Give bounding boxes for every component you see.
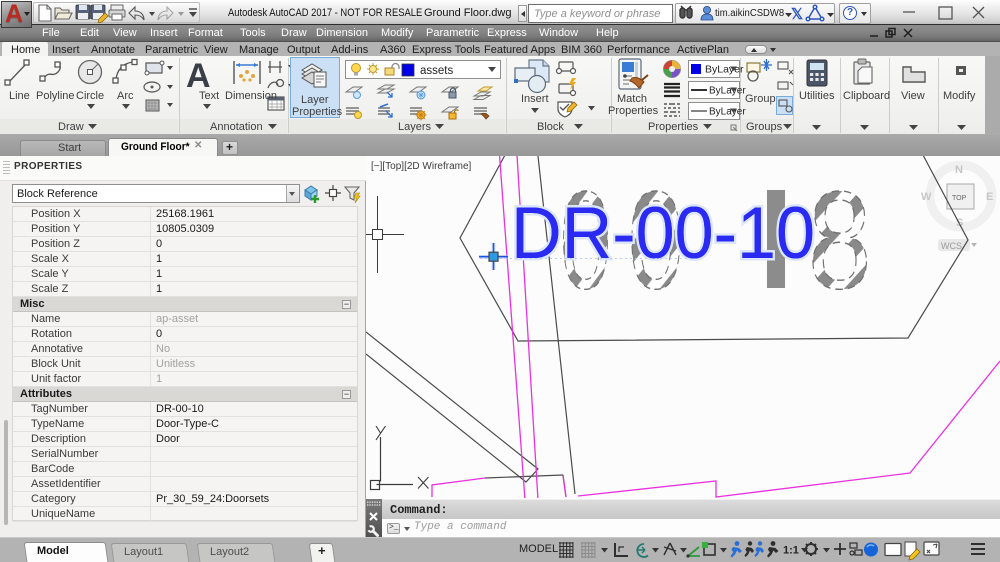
- svg-text:WCS: WCS: [941, 241, 962, 251]
- svg-text:Modify: Modify: [943, 90, 976, 102]
- svg-text:assets: assets: [420, 65, 453, 77]
- svg-text:ByLayer: ByLayer: [709, 86, 746, 97]
- svg-text:Dimension: Dimension: [225, 90, 277, 102]
- svg-text:Clipboard: Clipboard: [843, 90, 890, 102]
- svg-text:Block: Block: [537, 121, 564, 133]
- svg-text:N: N: [955, 164, 963, 176]
- svg-text:E: E: [986, 191, 993, 203]
- svg-text:Line: Line: [9, 90, 30, 102]
- svg-text:TOP: TOP: [952, 195, 967, 202]
- svg-text:Layers: Layers: [398, 121, 432, 133]
- svg-text:8: 8: [808, 162, 871, 317]
- svg-text:Draw: Draw: [58, 121, 84, 133]
- svg-text:Properties: Properties: [608, 105, 659, 117]
- svg-text:ByLayer: ByLayer: [705, 64, 744, 76]
- svg-text:Annotation: Annotation: [210, 121, 263, 133]
- svg-text:Polyline: Polyline: [36, 90, 75, 102]
- svg-text:Insert: Insert: [521, 93, 549, 105]
- svg-text:W: W: [921, 191, 932, 203]
- svg-text:DR-00-10: DR-00-10: [511, 193, 815, 274]
- svg-text:Group: Group: [745, 93, 776, 105]
- svg-text:1:1: 1:1: [783, 545, 799, 557]
- svg-text:Layer: Layer: [301, 94, 329, 106]
- svg-text:View: View: [901, 90, 925, 102]
- svg-text:Circle: Circle: [76, 90, 104, 102]
- svg-text:Text: Text: [199, 90, 219, 102]
- svg-text:Utilities: Utilities: [799, 90, 835, 102]
- svg-text:ByLayer: ByLayer: [709, 107, 746, 118]
- svg-text:Properties: Properties: [292, 106, 343, 118]
- svg-text:𝕏: 𝕏: [791, 7, 803, 23]
- svg-text:Groups: Groups: [746, 121, 783, 133]
- svg-text:Properties: Properties: [648, 121, 699, 133]
- svg-text:[−][Top][2D Wireframe]: [−][Top][2D Wireframe]: [371, 161, 472, 172]
- svg-text:Match: Match: [617, 93, 647, 105]
- svg-text:Arc: Arc: [117, 90, 134, 102]
